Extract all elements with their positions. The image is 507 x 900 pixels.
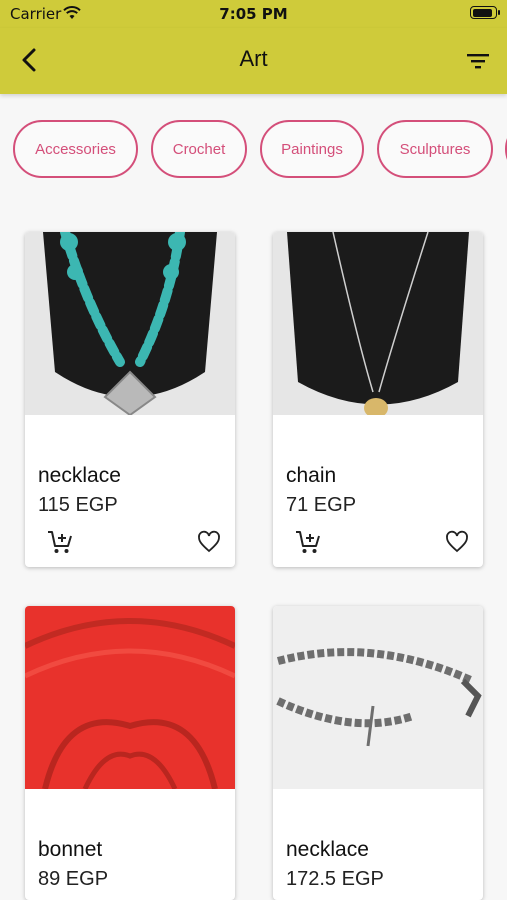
- category-chips: Accessories Crochet Paintings Sculptures: [0, 120, 507, 182]
- product-price: 71 EGP: [286, 494, 357, 516]
- product-image: [25, 606, 235, 789]
- product-card[interactable]: necklace 172.5 EGP: [273, 606, 483, 900]
- favorite-button[interactable]: [197, 530, 221, 554]
- heart-outline-icon: [446, 530, 468, 553]
- product-card[interactable]: bonnet 89 EGP: [25, 606, 235, 900]
- clock: 7:05 PM: [219, 5, 288, 23]
- product-name: necklace: [38, 464, 121, 487]
- app-bar: Art: [0, 28, 507, 94]
- heart-outline-icon: [198, 530, 220, 553]
- chip-paintings[interactable]: Paintings: [260, 120, 364, 178]
- status-bar: Carrier 7:05 PM: [0, 0, 507, 28]
- product-name: bonnet: [38, 838, 103, 861]
- filter-lines-icon: [467, 54, 489, 69]
- product-price: 89 EGP: [38, 868, 109, 890]
- product-name: necklace: [286, 838, 369, 861]
- product-card[interactable]: necklace 115 EGP: [25, 232, 235, 567]
- add-to-cart-icon: [48, 531, 72, 553]
- filter-button[interactable]: [465, 48, 491, 74]
- product-card[interactable]: chain 71 EGP: [273, 232, 483, 567]
- chip-sculptures[interactable]: Sculptures: [377, 120, 493, 178]
- product-image: [273, 232, 483, 415]
- add-to-cart-button[interactable]: [295, 529, 321, 555]
- add-to-cart-button[interactable]: [47, 529, 73, 555]
- product-image: [25, 232, 235, 415]
- favorite-button[interactable]: [445, 530, 469, 554]
- product-price: 115 EGP: [38, 494, 118, 516]
- chip-accessories[interactable]: Accessories: [13, 120, 138, 178]
- product-image: [273, 606, 483, 789]
- product-name: chain: [286, 464, 337, 487]
- add-to-cart-icon: [296, 531, 320, 553]
- product-price: 172.5 EGP: [286, 868, 384, 890]
- battery-icon: [470, 6, 500, 19]
- chip-crochet[interactable]: Crochet: [151, 120, 247, 178]
- page-title: Art: [239, 46, 268, 71]
